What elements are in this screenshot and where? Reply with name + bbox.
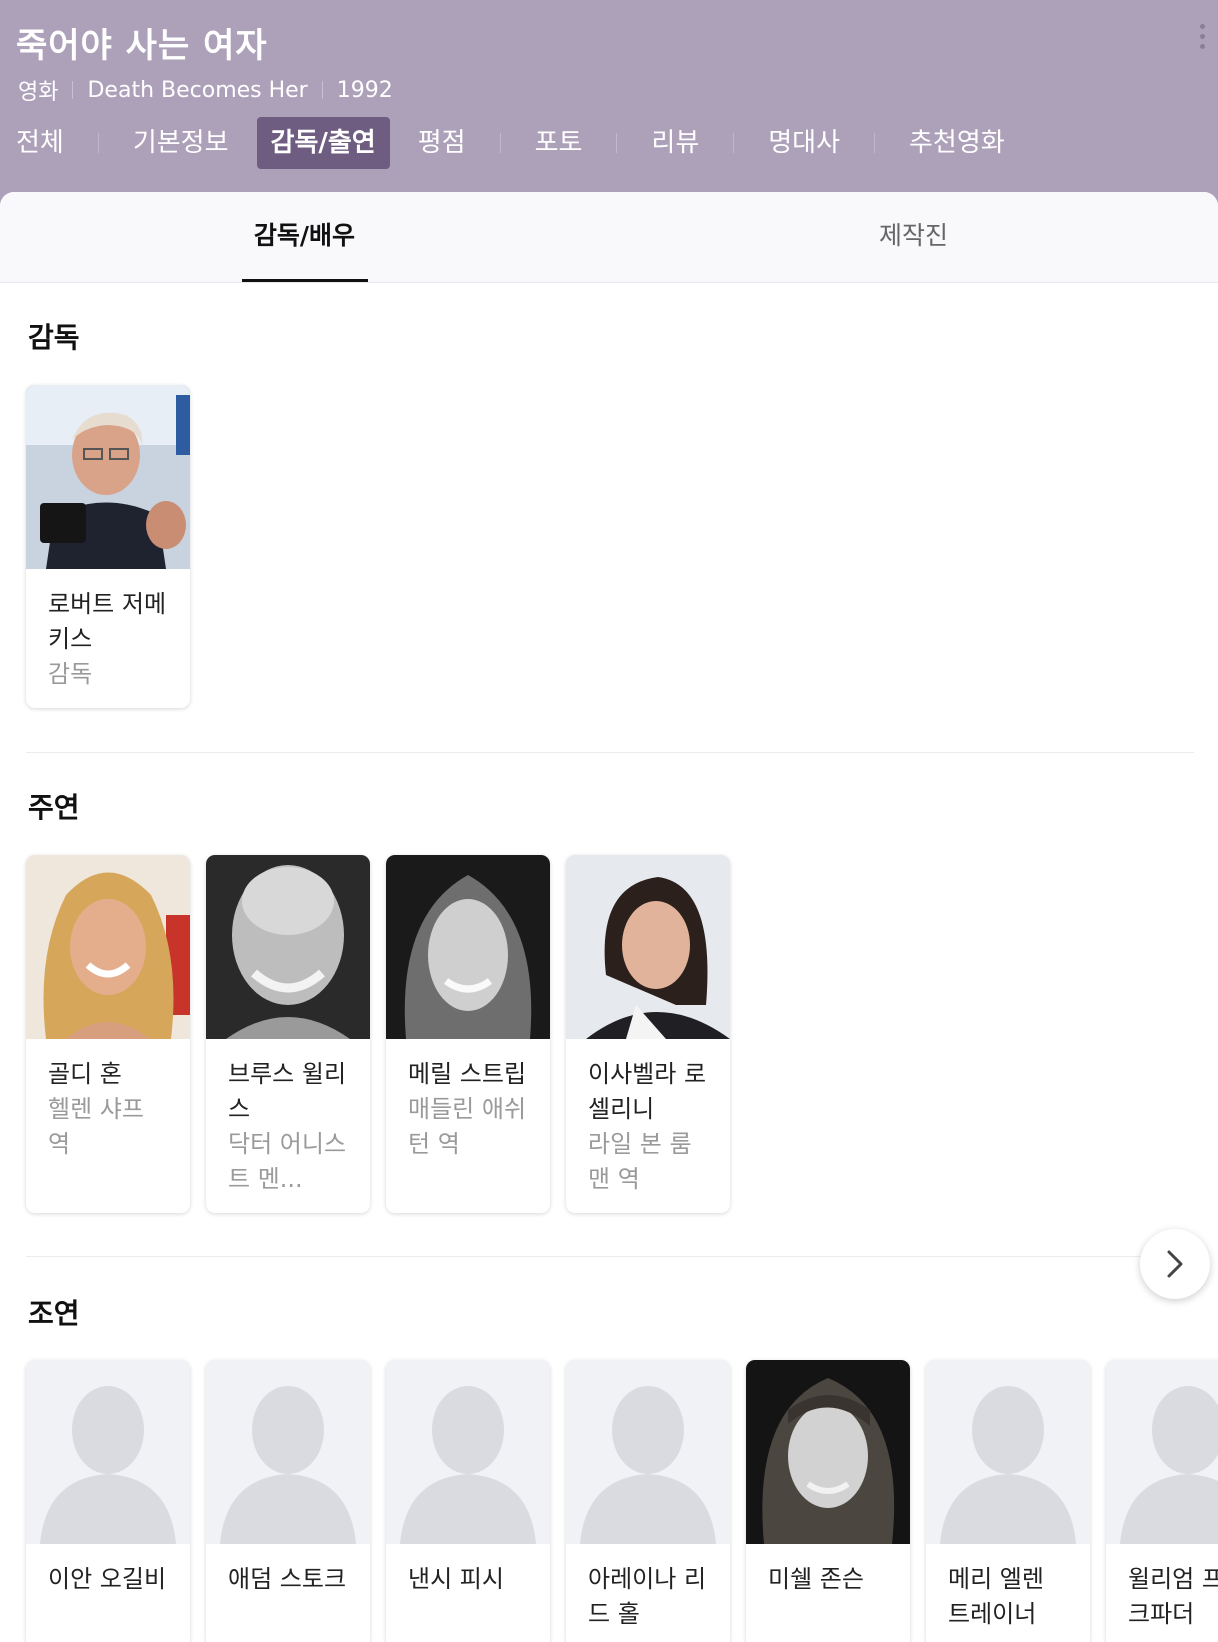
page-title: 죽어야 사는 여자	[16, 26, 268, 66]
person-card[interactable]: 아레이나 리드 홀	[566, 1360, 730, 1642]
person-card[interactable]: 애덤 스토크	[206, 1360, 370, 1642]
tab-divider	[733, 133, 735, 153]
meta-divider	[72, 81, 74, 99]
person-name: 윌리엄 프랭크파더	[1128, 1565, 1218, 1628]
person-name: 이사벨라 로셀리니	[588, 1060, 707, 1123]
sub-tabs: 감독/배우 제작진	[0, 192, 1218, 283]
subtab-director-actors[interactable]: 감독/배우	[0, 192, 609, 282]
tab-cast[interactable]: 감독/출연	[256, 117, 390, 169]
tab-basic-info[interactable]: 기본정보	[119, 117, 243, 169]
placeholder-avatar	[206, 1360, 370, 1544]
tab-divider	[499, 133, 501, 153]
placeholder-avatar	[26, 1360, 190, 1544]
movie-meta: 영화 Death Becomes Her 1992	[18, 74, 393, 106]
person-name: 낸시 피시	[408, 1565, 504, 1593]
section-divider	[26, 1256, 1194, 1257]
person-role: 감독	[48, 660, 93, 688]
supporting-cast-list: 이안 오길비 애덤 스토크 낸시 피시 아레이나 리드 홀 미쉘 존슨 메리 엘…	[26, 1360, 1218, 1642]
release-year: 1992	[336, 77, 393, 103]
more-vertical-icon	[1192, 24, 1212, 49]
content-panel: 감독/배우 제작진 감독 로버트 저메키스 감독 주연 골디 혼 헬렌 샤프 역…	[0, 192, 1218, 1642]
placeholder-avatar	[386, 1360, 550, 1544]
person-card[interactable]: 이사벨라 로셀리니 라일 본 룸맨 역	[566, 855, 730, 1213]
tab-divider	[874, 133, 876, 153]
lead-cast-list: 골디 혼 헬렌 샤프 역 브루스 윌리스 닥터 어니스트 멘... 메릴 스트립…	[26, 855, 730, 1213]
main-tabs: 전체 기본정보 감독/출연 평점 포토 리뷰 명대사 추천영화	[0, 117, 1019, 169]
person-name: 이안 오길비	[48, 1565, 167, 1593]
director-photo	[26, 385, 190, 569]
section-title-supporting: 조연	[28, 1297, 80, 1330]
tab-ratings[interactable]: 평점	[404, 117, 480, 169]
person-name: 애덤 스토크	[228, 1565, 347, 1593]
chevron-right-icon	[1164, 1249, 1186, 1279]
more-options-button[interactable]	[1192, 24, 1212, 54]
section-title-lead: 주연	[28, 791, 80, 824]
person-card[interactable]: 낸시 피시	[386, 1360, 550, 1642]
person-card[interactable]: 메리 엘렌 트레이너	[926, 1360, 1090, 1642]
person-name: 미쉘 존슨	[768, 1565, 864, 1593]
tab-divider	[616, 133, 618, 153]
person-role: 라일 본 룸맨 역	[588, 1130, 692, 1193]
person-name: 로버트 저메키스	[48, 590, 167, 653]
tab-all[interactable]: 전체	[0, 117, 78, 169]
person-name: 골디 혼	[48, 1060, 122, 1088]
category-label: 영화	[18, 80, 59, 105]
subtab-crew[interactable]: 제작진	[609, 192, 1218, 282]
person-card[interactable]: 로버트 저메키스 감독	[26, 385, 190, 708]
placeholder-avatar	[566, 1360, 730, 1544]
director-list: 로버트 저메키스 감독	[26, 385, 190, 708]
person-name: 메리 엘렌 트레이너	[948, 1565, 1044, 1628]
movie-header: 죽어야 사는 여자 영화 Death Becomes Her 1992 전체 기…	[0, 0, 1218, 192]
section-title-director: 감독	[28, 321, 80, 354]
person-card[interactable]: 윌리엄 프랭크파더	[1106, 1360, 1218, 1642]
person-role: 헬렌 샤프 역	[48, 1095, 144, 1158]
section-divider	[26, 752, 1194, 753]
person-card[interactable]: 브루스 윌리스 닥터 어니스트 멘...	[206, 855, 370, 1213]
actor-photo	[386, 855, 550, 1039]
person-card[interactable]: 이안 오길비	[26, 1360, 190, 1642]
person-name: 아레이나 리드 홀	[588, 1565, 707, 1628]
actor-photo	[26, 855, 190, 1039]
person-name: 브루스 윌리스	[228, 1060, 347, 1123]
actor-photo	[206, 855, 370, 1039]
carousel-next-button[interactable]	[1140, 1229, 1210, 1299]
tab-recommended[interactable]: 추천영화	[895, 117, 1019, 169]
original-title: Death Becomes Her	[87, 77, 308, 103]
person-name: 메릴 스트립	[408, 1060, 527, 1088]
actor-photo	[566, 855, 730, 1039]
placeholder-avatar	[926, 1360, 1090, 1544]
person-card[interactable]: 골디 혼 헬렌 샤프 역	[26, 855, 190, 1213]
actor-photo	[746, 1360, 910, 1544]
meta-divider	[321, 81, 323, 99]
tab-quotes[interactable]: 명대사	[754, 117, 854, 169]
person-role: 닥터 어니스트 멘...	[228, 1130, 347, 1193]
tab-divider	[97, 133, 99, 153]
person-card[interactable]: 메릴 스트립 매들린 애쉬턴 역	[386, 855, 550, 1213]
person-role: 매들린 애쉬턴 역	[408, 1095, 527, 1158]
person-card[interactable]: 미쉘 존슨	[746, 1360, 910, 1642]
tab-reviews[interactable]: 리뷰	[637, 117, 713, 169]
tab-photos[interactable]: 포토	[521, 117, 597, 169]
placeholder-avatar	[1106, 1360, 1218, 1544]
